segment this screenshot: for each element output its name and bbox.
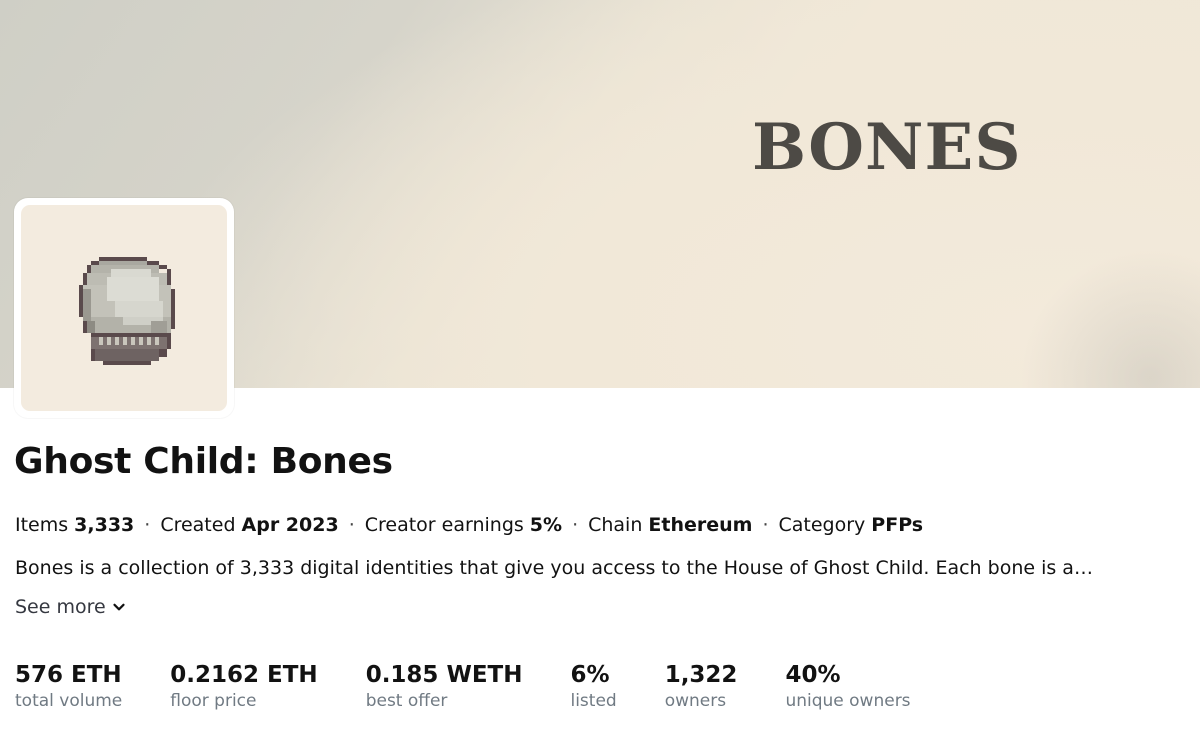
created-value: Apr 2023	[241, 514, 339, 536]
stat-value: 576 ETH	[15, 662, 122, 688]
stat-value: 6%	[570, 662, 610, 688]
items-value: 3,333	[74, 514, 135, 536]
stat-owners[interactable]: 1,322 owners	[665, 660, 738, 712]
chain-label: Chain	[588, 514, 643, 536]
stat-label: unique owners	[785, 691, 911, 711]
created-label: Created	[160, 514, 236, 536]
collection-title: Ghost Child: Bones	[14, 441, 393, 482]
chain-value: Ethereum	[648, 514, 753, 536]
collection-description: Bones is a collection of 3,333 digital i…	[15, 557, 1093, 579]
stat-label: best offer	[365, 691, 448, 711]
creator-earnings-label: Creator earnings	[364, 514, 524, 536]
see-more-label: See more	[15, 596, 106, 618]
category-value[interactable]: PFPs	[871, 514, 923, 536]
see-more-button[interactable]: See more	[15, 594, 126, 620]
meta-separator: ·	[348, 514, 355, 536]
banner-shadow	[1020, 248, 1200, 388]
pixel-skull-icon	[79, 257, 175, 365]
stat-value: 1,322	[664, 662, 738, 688]
stat-total-volume[interactable]: 576 ETH total volume	[15, 660, 122, 712]
avatar-image	[21, 205, 227, 411]
stat-label: floor price	[170, 691, 257, 711]
stat-label: owners	[664, 691, 727, 711]
stat-best-offer[interactable]: 0.185 WETH best offer	[366, 660, 523, 712]
stat-value: 0.185 WETH	[365, 662, 523, 688]
collection-stats: 576 ETH total volume 0.2162 ETH floor pr…	[15, 660, 959, 712]
category-label: Category	[778, 514, 866, 536]
stat-listed[interactable]: 6% listed	[570, 660, 616, 712]
stat-value: 0.2162 ETH	[170, 662, 318, 688]
meta-separator: ·	[144, 514, 151, 536]
stat-value: 40%	[785, 662, 841, 688]
stat-floor-price[interactable]: 0.2162 ETH floor price	[170, 660, 317, 712]
meta-separator: ·	[762, 514, 769, 536]
items-label: Items	[15, 514, 69, 536]
banner-logo: BONES	[752, 110, 1022, 185]
stat-label: total volume	[15, 691, 123, 711]
meta-separator: ·	[572, 514, 579, 536]
creator-earnings-value: 5%	[529, 514, 563, 536]
collection-avatar[interactable]	[14, 198, 234, 418]
chevron-down-icon	[113, 603, 125, 611]
collection-meta: Items 3,333 · Created Apr 2023 · Creator…	[15, 512, 923, 538]
stat-label: listed	[570, 691, 617, 711]
stat-unique-owners[interactable]: 40% unique owners	[785, 660, 910, 712]
